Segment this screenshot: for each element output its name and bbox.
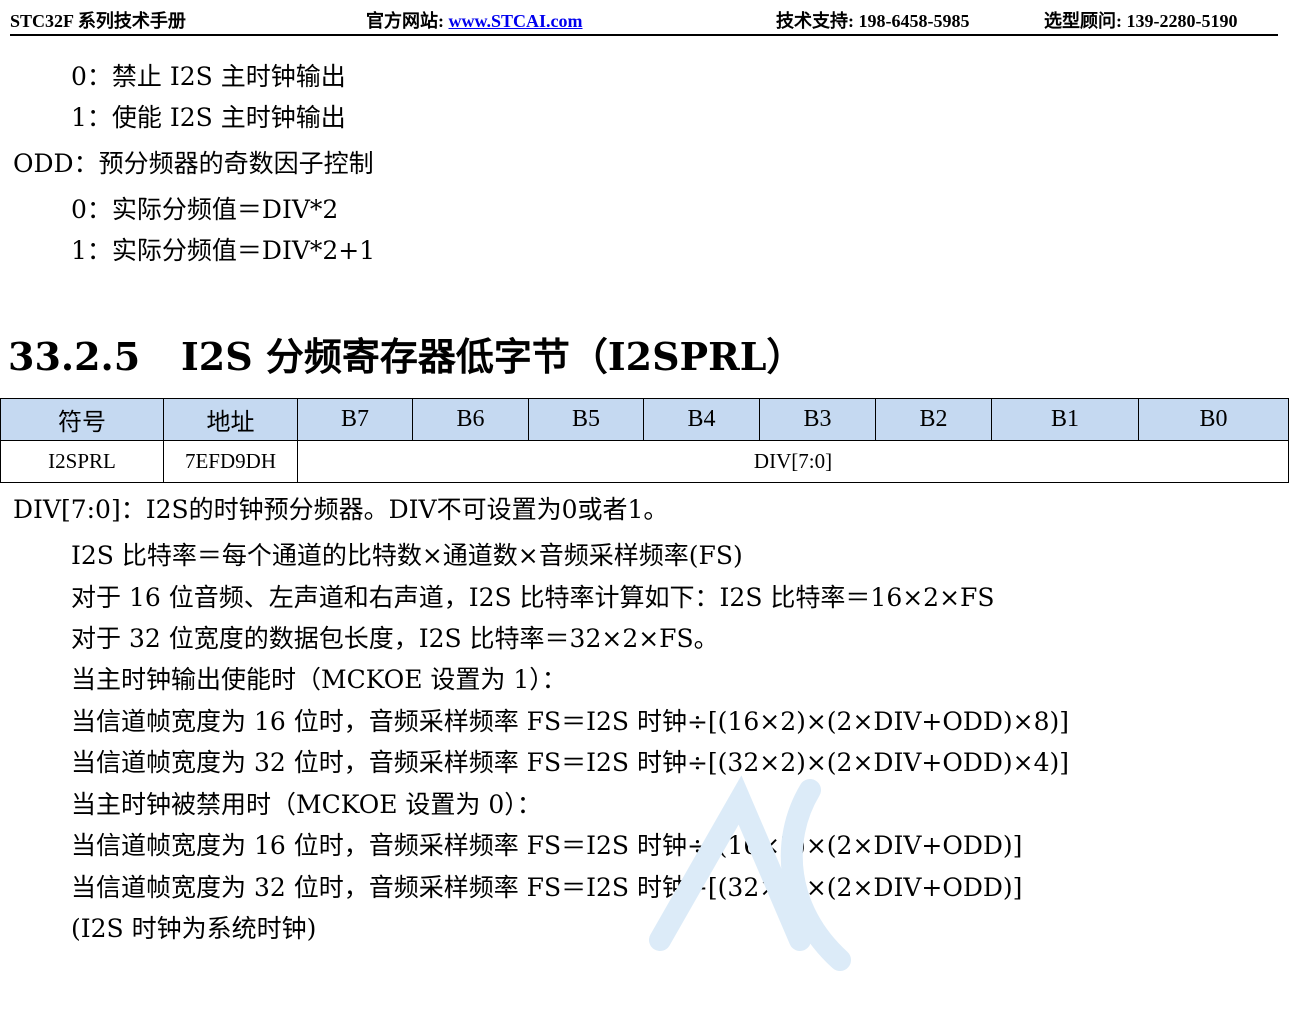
register-symbol: I2SPRL: [0, 440, 164, 483]
header-symbol: 符号: [0, 398, 164, 441]
manual-title: STC32F 系列技术手册: [10, 11, 186, 31]
section-number: 33.2.5: [8, 334, 141, 379]
register-table: 符号 地址 B7 B6 B5 B4 B3 B2 B1 B0 I2SPRL 7EF…: [0, 398, 1289, 483]
fs-formula-disabled-32: 当信道帧宽度为 32 位时，音频采样频率 FS＝I2S 时钟÷[(32×2)×(…: [71, 873, 1023, 902]
register-header-row: 符号 地址 B7 B6 B5 B4 B3 B2 B1 B0: [0, 398, 1289, 441]
bitrate-16bit: 对于 16 位音频、左声道和右声道，I2S 比特率计算如下：I2S 比特率＝16…: [71, 583, 995, 612]
website-link[interactable]: www.STCAI.com: [449, 11, 583, 31]
bitrate-formula: I2S 比特率＝每个通道的比特数×通道数×音频采样频率(FS): [71, 541, 743, 570]
header-b5: B5: [528, 398, 644, 441]
section-title: I2S 分频寄存器低字节（I2SPRL）: [181, 334, 805, 379]
fs-formula-enabled-32: 当信道帧宽度为 32 位时，音频采样频率 FS＝I2S 时钟÷[(32×2)×(…: [71, 748, 1070, 777]
consultant-phone: 选型顾问: 139-2280-5190: [1044, 11, 1238, 31]
page-header: STC32F 系列技术手册 官方网站: www.STCAI.com 技术支持: …: [10, 0, 1278, 36]
odd-option-0: 0：实际分频值＝DIV*2: [71, 195, 339, 224]
odd-field-desc: ODD：预分频器的奇数因子控制: [13, 149, 374, 178]
website-label: 官方网站:: [366, 11, 449, 31]
bitrate-32bit: 对于 32 位宽度的数据包长度，I2S 比特率＝32×2×FS。: [71, 624, 719, 653]
div-field-desc: DIV[7:0]：I2S的时钟预分频器。DIV不可设置为0或者1。: [13, 495, 669, 524]
fs-formula-enabled-16: 当信道帧宽度为 16 位时，音频采样频率 FS＝I2S 时钟÷[(16×2)×(…: [71, 707, 1070, 736]
i2s-clock-note: (I2S 时钟为系统时钟): [71, 914, 317, 943]
mckoe-option-0: 0：禁止 I2S 主时钟输出: [71, 62, 346, 91]
header-address: 地址: [163, 398, 298, 441]
header-b7: B7: [297, 398, 413, 441]
header-b2: B2: [875, 398, 992, 441]
header-b6: B6: [412, 398, 529, 441]
fs-formula-disabled-16: 当信道帧宽度为 16 位时，音频采样频率 FS＝I2S 时钟÷[(16×2)×(…: [71, 831, 1023, 860]
watermark-stroke-a: [649, 775, 811, 951]
mckoe-option-1: 1：使能 I2S 主时钟输出: [71, 103, 346, 132]
header-b3: B3: [759, 398, 876, 441]
header-b1: B1: [991, 398, 1139, 441]
odd-option-1: 1：实际分频值＝DIV*2+1: [71, 236, 376, 265]
mckoe-enabled-heading: 当主时钟输出使能时（MCKOE 设置为 1）：: [71, 665, 567, 694]
header-b4: B4: [643, 398, 760, 441]
register-data-row: I2SPRL 7EFD9DH DIV[7:0]: [0, 440, 1289, 483]
register-address: 7EFD9DH: [163, 440, 298, 483]
mckoe-disabled-heading: 当主时钟被禁用时（MCKOE 设置为 0）：: [71, 790, 542, 819]
support-phone: 技术支持: 198-6458-5985: [776, 11, 970, 31]
register-field-div: DIV[7:0]: [297, 440, 1289, 483]
website: 官方网站: www.STCAI.com: [366, 7, 583, 33]
header-b0: B0: [1138, 398, 1289, 441]
